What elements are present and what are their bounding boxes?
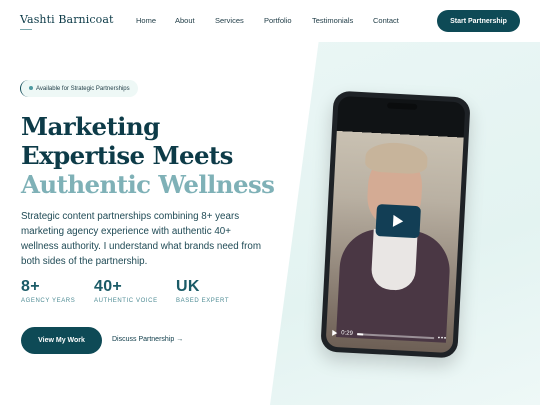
stat-label: BASED EXPERT bbox=[176, 298, 230, 304]
view-my-work-button[interactable]: View My Work bbox=[21, 327, 102, 354]
hero-description: Strategic content partnerships combining… bbox=[21, 211, 261, 267]
availability-badge-label: Available for Strategic Partnerships bbox=[36, 85, 130, 92]
nav-link-home[interactable]: Home bbox=[136, 16, 156, 25]
stat-agency-years: 8+ AGENCY YEARS bbox=[21, 278, 75, 304]
video-progress-fill bbox=[356, 333, 364, 336]
start-partnership-button[interactable]: Start Partnership bbox=[437, 10, 520, 32]
phone-notch bbox=[386, 102, 417, 110]
phone-screen: 0:29 ••• bbox=[325, 95, 466, 354]
discuss-partnership-link[interactable]: Discuss Partnership → bbox=[112, 336, 183, 343]
stat-value: 40+ bbox=[94, 278, 123, 295]
play-triangle bbox=[392, 214, 404, 227]
nav-link-testimonials[interactable]: Testimonials bbox=[312, 16, 353, 25]
video-player[interactable]: 0:29 ••• bbox=[326, 132, 464, 353]
site-logo[interactable]: Vashti Barnicoat bbox=[20, 13, 114, 26]
more-icon[interactable]: ••• bbox=[438, 335, 448, 341]
site-header: Vashti Barnicoat Home About Services Por… bbox=[0, 0, 540, 42]
availability-badge: Available for Strategic Partnerships bbox=[20, 80, 138, 97]
stat-value: 8+ bbox=[21, 278, 40, 295]
play-icon[interactable] bbox=[375, 204, 421, 239]
headline-line-1: Marketing bbox=[21, 112, 160, 141]
phone-mockup: 0:29 ••• bbox=[320, 90, 471, 359]
logo-underline bbox=[20, 29, 32, 30]
video-person-tee bbox=[370, 228, 418, 292]
stat-value: UK bbox=[176, 278, 200, 295]
nav-link-services[interactable]: Services bbox=[215, 16, 244, 25]
stat-label: AGENCY YEARS bbox=[21, 298, 76, 304]
nav-link-portfolio[interactable]: Portfolio bbox=[264, 16, 292, 25]
nav-link-contact[interactable]: Contact bbox=[373, 16, 399, 25]
headline-line-3: Authentic Wellness bbox=[21, 170, 275, 199]
stat-based-expert: UK BASED EXPERT bbox=[176, 278, 229, 304]
headline-line-2: Expertise Meets bbox=[21, 141, 233, 170]
stat-authentic-voice: 40+ AUTHENTIC VOICE bbox=[94, 278, 158, 304]
dot-icon bbox=[29, 86, 33, 90]
control-play-icon[interactable] bbox=[332, 329, 338, 337]
video-person-hair bbox=[364, 141, 429, 175]
nav-link-about[interactable]: About bbox=[175, 16, 195, 25]
video-progress-bar[interactable] bbox=[356, 333, 434, 340]
video-time: 0:29 bbox=[341, 330, 354, 337]
stat-label: AUTHENTIC VOICE bbox=[94, 298, 158, 304]
hero-headline: Marketing Expertise Meets Authentic Well… bbox=[21, 112, 275, 199]
